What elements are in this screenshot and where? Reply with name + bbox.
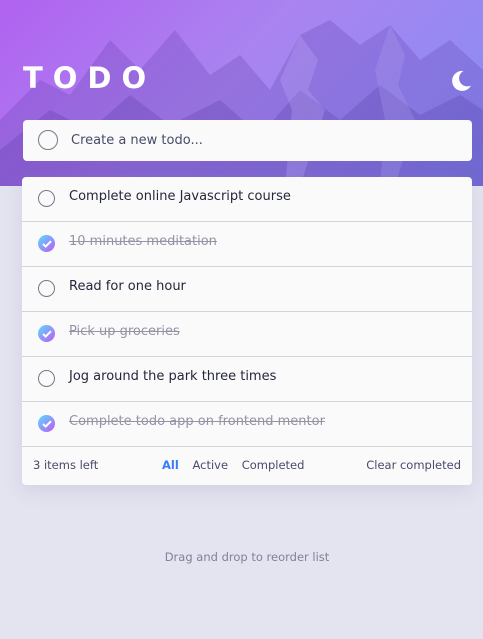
todo-item[interactable]: Read for one hour (22, 267, 472, 312)
todo-checkbox[interactable] (38, 370, 55, 387)
filter-group: All Active Completed (162, 458, 314, 472)
check-icon (42, 240, 52, 248)
todo-checkbox[interactable] (38, 280, 55, 297)
todo-text[interactable]: Jog around the park three times (69, 369, 276, 384)
clear-completed-button[interactable]: Clear completed (366, 458, 461, 472)
list-footer: 3 items left All Active Completed Clear … (22, 447, 472, 485)
new-todo-check-icon[interactable] (38, 130, 58, 150)
items-left-count: 3 items left (33, 458, 99, 472)
moon-icon[interactable] (448, 68, 474, 94)
todo-checkbox-checked[interactable] (38, 235, 55, 252)
todo-item[interactable]: Complete online Javascript course (22, 177, 472, 222)
todo-app: TODO Complete online Javascript course 1… (0, 0, 483, 639)
todo-text[interactable]: 10 minutes meditation (69, 234, 217, 249)
todo-checkbox-checked[interactable] (38, 415, 55, 432)
todo-list: Complete online Javascript course 10 min… (22, 177, 472, 485)
reorder-hint: Drag and drop to reorder list (164, 550, 330, 564)
filter-active-button[interactable]: Active (192, 458, 228, 472)
todo-text[interactable]: Read for one hour (69, 279, 186, 294)
check-icon (42, 420, 52, 428)
check-icon (42, 330, 52, 338)
app-title: TODO (23, 61, 157, 95)
todo-text[interactable]: Complete online Javascript course (69, 189, 291, 204)
todo-text[interactable]: Complete todo app on frontend mentor (69, 414, 325, 429)
todo-item[interactable]: Pick up groceries (22, 312, 472, 357)
todo-item[interactable]: Complete todo app on frontend mentor (22, 402, 472, 447)
new-todo-bar (23, 120, 472, 161)
todo-checkbox[interactable] (38, 190, 55, 207)
todo-item[interactable]: 10 minutes meditation (22, 222, 472, 267)
new-todo-input[interactable] (71, 128, 451, 152)
filter-all-button[interactable]: All (162, 458, 179, 472)
todo-text[interactable]: Pick up groceries (69, 324, 180, 339)
filter-completed-button[interactable]: Completed (242, 458, 305, 472)
todo-checkbox-checked[interactable] (38, 325, 55, 342)
todo-item[interactable]: Jog around the park three times (22, 357, 472, 402)
